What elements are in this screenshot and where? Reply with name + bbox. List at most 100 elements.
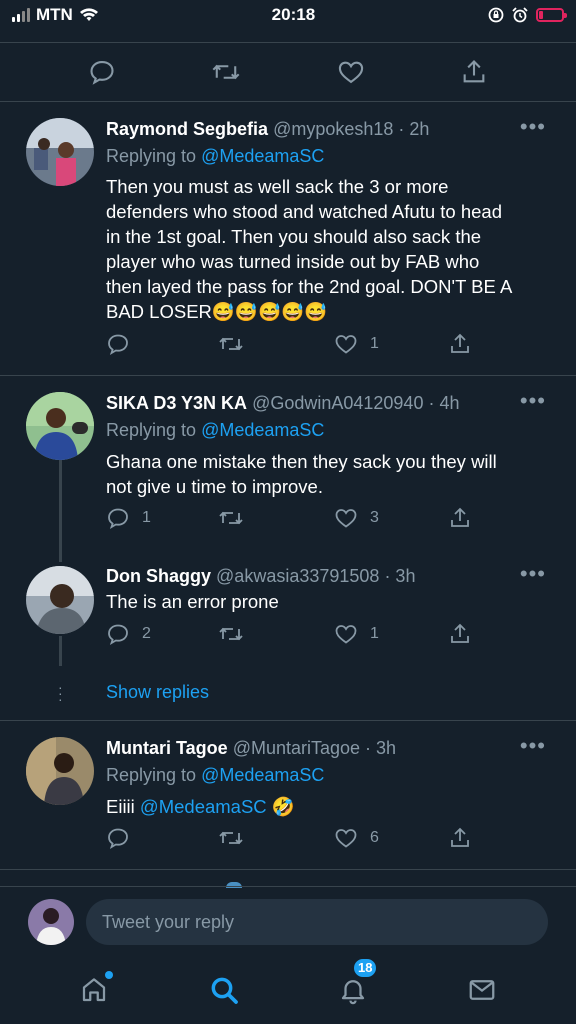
wifi-icon [79, 7, 99, 23]
avatar[interactable] [26, 566, 94, 634]
author-name[interactable]: SIKA D3 Y3N KA [106, 393, 247, 413]
share-button[interactable] [448, 826, 472, 850]
notifications-badge: 18 [352, 956, 379, 979]
more-icon[interactable]: ••• [520, 561, 546, 587]
author-handle: @akwasia33791508 [216, 566, 380, 586]
battery-icon [536, 8, 567, 22]
home-unread-dot [105, 970, 114, 979]
tweet-line: Ghana one mistake then they sack you the… [106, 451, 497, 472]
show-replies-link[interactable]: Show replies [106, 682, 209, 703]
carrier-label: MTN [36, 5, 73, 24]
divider [0, 869, 576, 870]
reply-button[interactable]: 2 [106, 622, 151, 646]
reply-tweet[interactable]: SIKA D3 Y3N KA @GodwinA04120940 · 4h •••… [0, 376, 576, 556]
avatar[interactable] [26, 737, 94, 805]
author-name[interactable]: Muntari Tagoe [106, 738, 228, 758]
reply-icon [108, 508, 128, 529]
tweet-line: not give u time to improve. [106, 476, 323, 497]
share-button[interactable] [448, 506, 472, 530]
tweet-text-prefix: Eiiii [106, 796, 140, 817]
retweet-button[interactable] [218, 826, 256, 850]
user-avatar[interactable] [28, 899, 74, 945]
tab-messages[interactable] [467, 975, 497, 1010]
tweet-text: The is an error prone [106, 589, 546, 614]
tweet-line: BAD LOSER😅😅😅😅😅 [106, 301, 328, 322]
mention-link[interactable]: @MedeamaSC [201, 146, 324, 166]
mention-link[interactable]: @MedeamaSC [201, 765, 324, 785]
retweet-icon[interactable] [211, 58, 241, 86]
reply-tweet[interactable]: Don Shaggy @akwasia33791508 · 3h ••• The… [0, 556, 576, 668]
tab-notifications[interactable]: 18 [338, 956, 379, 1010]
messages-icon [469, 979, 495, 1000]
reply-icon [108, 828, 128, 849]
orientation-lock-icon [488, 7, 504, 23]
like-count: 3 [370, 509, 379, 526]
reply-icon [108, 334, 128, 355]
retweet-button[interactable] [218, 506, 256, 530]
author-name[interactable]: Don Shaggy [106, 566, 211, 586]
retweet-icon [219, 627, 243, 641]
more-icon[interactable]: ••• [520, 733, 546, 759]
like-button[interactable]: 1 [334, 622, 379, 646]
avatar[interactable] [26, 118, 94, 186]
tweet-emoji: 🤣 [266, 796, 295, 817]
avatar[interactable] [26, 392, 94, 460]
replying-label: Replying to [106, 765, 197, 785]
like-icon[interactable] [337, 58, 365, 86]
retweet-button[interactable] [218, 332, 256, 356]
reply-input[interactable] [86, 899, 548, 945]
replying-to: Replying to @MedeamaSC [106, 420, 324, 441]
share-icon [451, 827, 469, 847]
retweet-icon [219, 511, 243, 525]
tweet-line: player who was turned inside out by FAB … [106, 251, 480, 272]
reply-tweet[interactable]: Muntari Tagoe @MuntariTagoe · 3h ••• Rep… [0, 721, 576, 869]
tweet-line: Then you must as well sack the 3 or more [106, 176, 449, 197]
share-icon [451, 623, 469, 643]
alarm-icon [512, 7, 528, 23]
replying-to: Replying to @MedeamaSC [106, 146, 324, 167]
author-handle: @mypokesh18 [273, 119, 394, 139]
tweet-time: · 2h [398, 119, 430, 139]
more-icon[interactable]: ••• [520, 114, 546, 140]
reply-icon [108, 624, 128, 645]
tweet-text: Ghana one mistake then they sack you the… [106, 449, 546, 499]
author-handle: @MuntariTagoe [232, 738, 361, 758]
share-icon [451, 333, 469, 353]
reply-count: 1 [142, 509, 151, 526]
share-icon[interactable] [460, 58, 488, 86]
tab-home[interactable] [79, 970, 114, 1010]
like-count: 1 [370, 335, 379, 352]
reply-button[interactable] [106, 332, 142, 356]
like-button[interactable]: 3 [334, 506, 379, 530]
tweet-line: The is an error prone [106, 591, 279, 612]
tweet-text: Eiiii @MedeamaSC 🤣 [106, 794, 546, 819]
reply-button[interactable]: 1 [106, 506, 151, 530]
tweet-line: then layed the pass for the 2nd goal. DO… [106, 276, 513, 297]
like-count: 1 [370, 625, 379, 642]
like-button[interactable]: 6 [334, 826, 379, 850]
tweet-line: defenders who stood and watched Afutu to… [106, 201, 502, 222]
mention-link[interactable]: @MedeamaSC [201, 420, 324, 440]
retweet-button[interactable] [218, 622, 256, 646]
more-icon[interactable]: ••• [520, 388, 546, 414]
tab-bar: 18 [0, 956, 576, 1024]
home-icon [83, 977, 106, 1001]
clock: 20:18 [271, 5, 316, 24]
author-handle: @GodwinA04120940 [252, 393, 424, 413]
share-button[interactable] [448, 332, 472, 356]
search-icon [211, 977, 238, 1004]
like-count: 6 [370, 829, 379, 846]
share-button[interactable] [448, 622, 472, 646]
tab-search[interactable] [208, 974, 240, 1011]
author-name[interactable]: Raymond Segbefia [106, 119, 268, 139]
mention-link[interactable]: @MedeamaSC [140, 796, 267, 817]
tweet-time: · 4h [428, 393, 460, 413]
share-icon [451, 507, 469, 527]
notifications-icon [342, 979, 365, 1004]
reply-button[interactable] [106, 826, 142, 850]
reply-icon[interactable] [88, 58, 116, 86]
like-button[interactable]: 1 [334, 332, 379, 356]
reply-tweet[interactable]: Raymond Segbefia @mypokesh18 · 2h ••• Re… [0, 102, 576, 374]
replying-label: Replying to [106, 420, 197, 440]
like-icon [335, 335, 357, 354]
